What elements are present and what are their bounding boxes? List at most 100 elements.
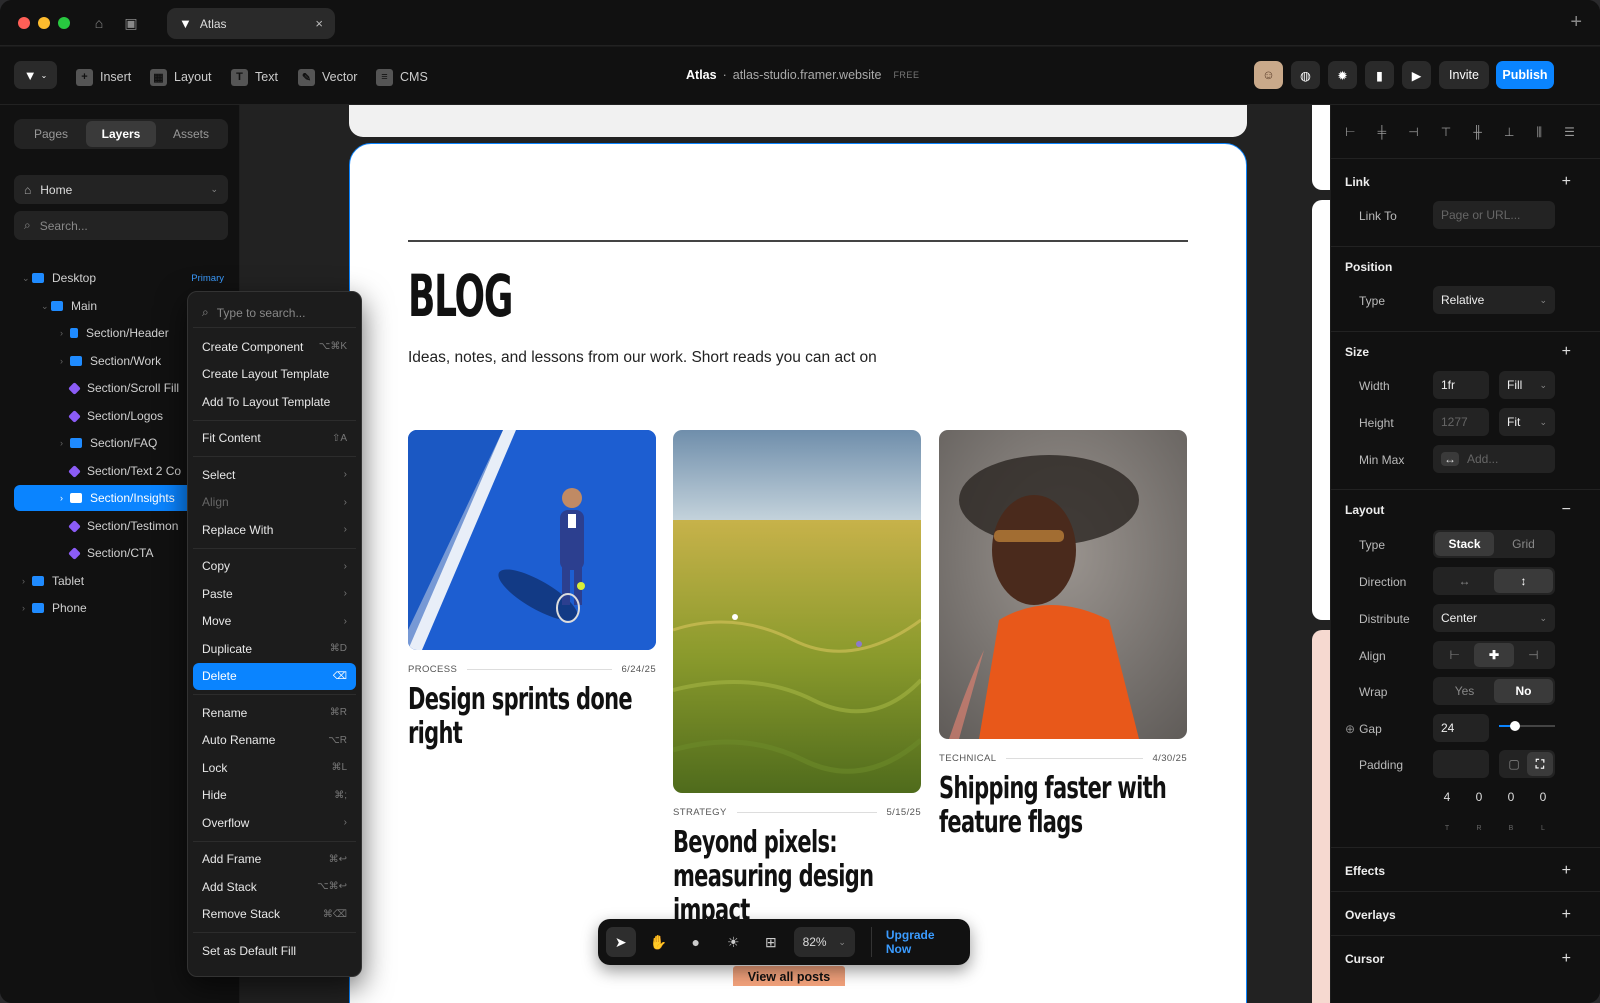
layout-type-stack[interactable]: Stack bbox=[1435, 532, 1494, 556]
home-icon[interactable]: ⌂ bbox=[90, 14, 108, 32]
tab-layers[interactable]: Layers bbox=[86, 121, 156, 147]
blog-card[interactable]: TECHNICAL 4/30/25 Shipping faster with fe… bbox=[939, 430, 1187, 840]
menu-item-move[interactable]: Move › bbox=[193, 608, 356, 636]
avatar[interactable]: ☺ bbox=[1254, 61, 1283, 89]
menu-item-hide[interactable]: Hide ⌘; bbox=[193, 782, 356, 810]
add-size-icon[interactable]: + bbox=[1562, 343, 1571, 361]
distribute-select[interactable]: Center ⌄ bbox=[1433, 604, 1555, 632]
align-left-icon[interactable]: ⊢ bbox=[1345, 125, 1355, 140]
blog-card[interactable]: STRATEGY 5/15/25 Beyond pixels: measuring… bbox=[673, 430, 921, 928]
globe-icon[interactable]: ◍ bbox=[1291, 61, 1320, 89]
context-menu-search[interactable]: ⌕ Type to search... bbox=[193, 298, 356, 328]
tab-pages[interactable]: Pages bbox=[16, 121, 86, 147]
remove-layout-icon[interactable]: − bbox=[1562, 501, 1571, 519]
menu-item-remove-stack[interactable]: Remove Stack ⌘⌫ bbox=[193, 901, 356, 929]
upgrade-now-button[interactable]: Upgrade Now bbox=[870, 927, 962, 957]
width-mode-select[interactable]: Fill ⌄ bbox=[1499, 371, 1555, 399]
sun-icon[interactable]: ☀ bbox=[719, 927, 749, 957]
gap-slider-knob[interactable] bbox=[1510, 721, 1520, 731]
inbox-icon[interactable]: ▣ bbox=[122, 14, 140, 32]
menu-item-add-stack[interactable]: Add Stack ⌥⌘↩ bbox=[193, 873, 356, 901]
menu-item-add-frame[interactable]: Add Frame ⌘↩ bbox=[193, 846, 356, 874]
tab-close-icon[interactable]: × bbox=[315, 16, 323, 31]
settings-icon[interactable]: ✹ bbox=[1328, 61, 1357, 89]
wrap-yes[interactable]: Yes bbox=[1435, 679, 1494, 703]
align-end-icon[interactable]: ⊣ bbox=[1514, 643, 1553, 667]
gap-slider[interactable] bbox=[1499, 721, 1555, 731]
project-title[interactable]: Atlas · atlas-studio.framer.website FREE bbox=[686, 68, 919, 82]
align-start-icon[interactable]: ⊢ bbox=[1435, 643, 1474, 667]
padding-uniform-icon[interactable]: ▢ bbox=[1501, 752, 1527, 776]
blog-card[interactable]: PROCESS 6/24/25 Design sprints done right bbox=[408, 430, 656, 751]
view-all-posts-button[interactable]: View all posts bbox=[733, 966, 845, 986]
play-icon[interactable]: ▶ bbox=[1402, 61, 1431, 89]
align-center-h-icon[interactable]: ╪ bbox=[1378, 125, 1387, 140]
add-link-icon[interactable]: + bbox=[1562, 173, 1571, 191]
menu-item-select[interactable]: Select › bbox=[193, 461, 356, 489]
maximize-window-button[interactable] bbox=[58, 17, 70, 29]
page-select[interactable]: ⌂ Home ⌄ bbox=[14, 175, 228, 204]
comment-icon[interactable]: ● bbox=[681, 927, 711, 957]
width-input[interactable]: 1fr bbox=[1433, 371, 1489, 399]
position-type-select[interactable]: Relative ⌄ bbox=[1433, 286, 1555, 314]
align-middle-icon[interactable]: ╫ bbox=[1473, 125, 1482, 140]
menu-item-replace-with[interactable]: Replace With › bbox=[193, 516, 356, 544]
grid-icon[interactable]: ⊞ bbox=[756, 927, 786, 957]
direction-vertical-icon[interactable]: ↕ bbox=[1494, 569, 1553, 593]
zoom-select[interactable]: 82% ⌄ bbox=[793, 927, 855, 957]
menu-item-create-layout-template[interactable]: Create Layout Template bbox=[193, 361, 356, 389]
layers-search[interactable]: ⌕ Search... bbox=[14, 211, 228, 240]
min-max-input[interactable]: ↔ Add... bbox=[1433, 445, 1555, 473]
analytics-icon[interactable]: ▮ bbox=[1365, 61, 1394, 89]
add-effect-icon[interactable]: + bbox=[1562, 862, 1571, 880]
distribute-h-icon[interactable]: ⫼ bbox=[1537, 125, 1543, 140]
menu-item-fit-content[interactable]: Fit Content ⇧A bbox=[193, 425, 356, 453]
gap-toggle-icon[interactable]: ⊕ bbox=[1345, 722, 1355, 736]
invite-button[interactable]: Invite bbox=[1439, 61, 1489, 89]
layout-type-grid[interactable]: Grid bbox=[1494, 532, 1553, 556]
layer-desktop[interactable]: ⌄ Desktop Primary bbox=[14, 265, 228, 291]
menu-item-lock[interactable]: Lock ⌘L bbox=[193, 754, 356, 782]
text-button[interactable]: T Text bbox=[231, 67, 278, 87]
insights-section-frame[interactable]: BLOG Ideas, notes, and lessons from our … bbox=[349, 143, 1247, 1003]
distribute-v-icon[interactable]: ☰ bbox=[1564, 125, 1575, 140]
minimize-window-button[interactable] bbox=[38, 17, 50, 29]
padding-individual-icon[interactable]: ⛶ bbox=[1527, 752, 1553, 776]
menu-item-auto-rename[interactable]: Auto Rename ⌥R bbox=[193, 727, 356, 755]
menu-item-overflow[interactable]: Overflow › bbox=[193, 809, 356, 837]
menu-item-delete[interactable]: Delete ⌫ bbox=[193, 662, 356, 690]
menu-item-set-default-fill[interactable]: Set as Default Fill bbox=[193, 937, 356, 965]
align-bottom-icon[interactable]: ⊥ bbox=[1504, 125, 1514, 140]
hand-icon[interactable]: ✋ bbox=[644, 927, 674, 957]
cms-button[interactable]: ≡ CMS bbox=[376, 67, 428, 87]
align-top-icon[interactable]: ⊤ bbox=[1441, 125, 1451, 140]
menu-item-paste[interactable]: Paste › bbox=[193, 580, 356, 608]
align-right-icon[interactable]: ⊣ bbox=[1408, 125, 1418, 140]
padding-input[interactable] bbox=[1433, 750, 1489, 778]
previous-section-frame[interactable] bbox=[349, 105, 1247, 137]
padding-left-value[interactable]: 0 bbox=[1529, 790, 1557, 804]
link-to-input[interactable]: Page or URL... bbox=[1433, 201, 1555, 229]
publish-button[interactable]: Publish bbox=[1496, 61, 1554, 89]
framer-menu-button[interactable]: ▼ ⌄ bbox=[14, 61, 57, 89]
close-window-button[interactable] bbox=[18, 17, 30, 29]
canvas[interactable]: BLOG Ideas, notes, and lessons from our … bbox=[240, 105, 1330, 1003]
gap-input[interactable]: 24 bbox=[1433, 714, 1489, 742]
add-overlay-icon[interactable]: + bbox=[1562, 906, 1571, 924]
padding-right-value[interactable]: 0 bbox=[1465, 790, 1493, 804]
menu-item-add-to-layout-template[interactable]: Add To Layout Template bbox=[193, 388, 356, 416]
padding-top-value[interactable]: 4 bbox=[1433, 790, 1461, 804]
add-cursor-icon[interactable]: + bbox=[1562, 950, 1571, 968]
layout-button[interactable]: ▦ Layout bbox=[150, 67, 212, 87]
direction-horizontal-icon[interactable]: ↔ bbox=[1435, 569, 1494, 593]
tab-assets[interactable]: Assets bbox=[156, 121, 226, 147]
vector-button[interactable]: ✎ Vector bbox=[298, 67, 357, 87]
new-tab-button[interactable]: + bbox=[1570, 11, 1582, 34]
align-center-icon[interactable]: ✚ bbox=[1474, 643, 1514, 667]
menu-item-rename[interactable]: Rename ⌘R bbox=[193, 699, 356, 727]
browser-tab[interactable]: ▼ Atlas × bbox=[167, 8, 335, 39]
menu-item-create-component[interactable]: Create Component ⌥⌘K bbox=[193, 333, 356, 361]
insert-button[interactable]: + Insert bbox=[76, 67, 131, 87]
menu-item-copy[interactable]: Copy › bbox=[193, 553, 356, 581]
height-input[interactable]: 1277 bbox=[1433, 408, 1489, 436]
